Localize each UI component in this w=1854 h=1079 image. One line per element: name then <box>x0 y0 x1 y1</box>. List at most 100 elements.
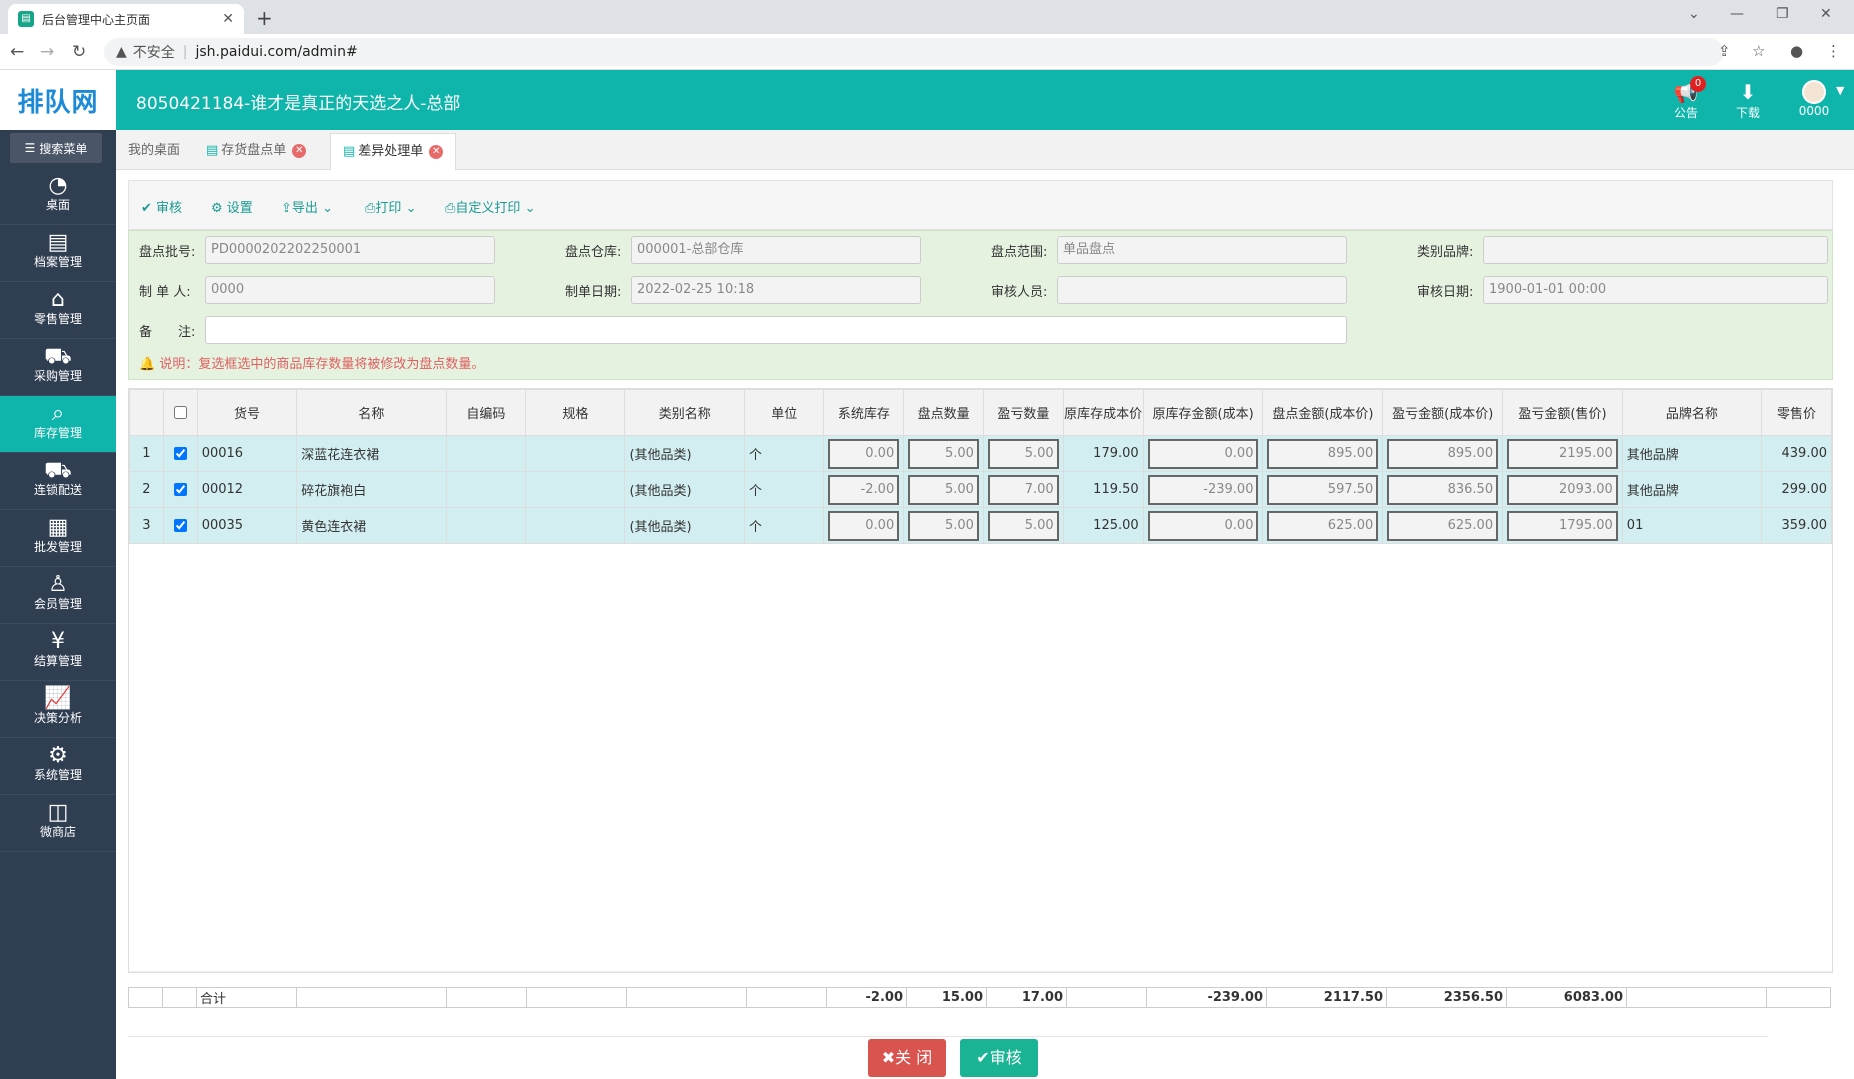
logo[interactable]: 排队网 <box>0 70 116 130</box>
col-header[interactable]: 盘点数量 <box>903 389 984 436</box>
menu-icon[interactable]: ⋮ <box>1826 42 1841 60</box>
warehouse-label: 盘点仓库: <box>565 245 622 260</box>
sidebar-item-desktop[interactable]: ◔ 桌面 <box>0 168 116 225</box>
cell-count-qty[interactable]: 5.00 <box>903 471 984 508</box>
count-qty-box[interactable]: 5.00 <box>908 510 979 541</box>
audit-toolbar-button[interactable]: ✔ 审核 <box>141 197 182 216</box>
table-row[interactable]: 2 00012 碎花旗袍白 (其他品类) 个 -2.00 5.00 7.00 1… <box>129 471 1832 508</box>
browser-tab[interactable]: ▤ 后台管理中心主页面 ✕ <box>8 4 244 34</box>
tab-inventory-count[interactable]: ▤ 存货盘点单 ✕ <box>194 133 318 170</box>
col-header[interactable]: 自编码 <box>445 389 527 436</box>
back-icon[interactable]: ← <box>10 42 24 62</box>
new-tab-icon[interactable]: + <box>256 6 273 30</box>
maker-field[interactable]: 0000 <box>205 276 495 304</box>
select-all-checkbox[interactable] <box>173 406 187 419</box>
restore-icon[interactable]: ❐ <box>1776 6 1789 22</box>
col-header[interactable]: 名称 <box>296 389 447 436</box>
sidebar-item-wholesale[interactable]: ▦ 批发管理 <box>0 510 116 567</box>
col-header[interactable]: 品牌名称 <box>1621 389 1763 436</box>
sidebar-item-distribution[interactable]: ⛟ 连锁配送 <box>0 453 116 510</box>
chevron-down-icon[interactable]: ⌄ <box>1688 6 1700 22</box>
notice-button[interactable]: 📢 0 公告 <box>1668 76 1706 121</box>
col-header[interactable]: 货号 <box>196 389 298 436</box>
print-button[interactable]: ⎙打印 ⌄ <box>365 197 416 216</box>
sidebar-item-system[interactable]: ⚙ 系统管理 <box>0 738 116 795</box>
count-qty-box[interactable]: 5.00 <box>908 474 979 505</box>
cell-count-amount: 625.00 <box>1262 507 1384 544</box>
col-header[interactable]: 盈亏数量 <box>982 389 1064 436</box>
profile-icon[interactable]: ● <box>1790 42 1803 60</box>
totals-row: 合计 -2.00 15.00 17.00 -239.00 2117.50 235… <box>128 987 1831 1008</box>
col-header[interactable]: 盈亏金额(成本价) <box>1382 389 1504 436</box>
count-amount-box: 895.00 <box>1267 438 1379 469</box>
custom-print-button[interactable]: ⎙自定义打印 ⌄ <box>445 197 535 216</box>
sidebar-item-analysis[interactable]: 📈 决策分析 <box>0 681 116 738</box>
close-button[interactable]: ✖关 闭 <box>868 1039 946 1077</box>
sidebar-item-member[interactable]: ♙ 会员管理 <box>0 567 116 624</box>
col-header[interactable]: 系统库存 <box>823 389 905 436</box>
warehouse-field[interactable]: 000001-总部仓库 <box>631 236 921 264</box>
url-field[interactable]: ▲ 不安全 | jsh.paidui.com/admin# <box>104 38 1724 66</box>
remark-field[interactable] <box>205 316 1347 344</box>
col-header[interactable]: 类别名称 <box>624 389 745 436</box>
download-button[interactable]: ⬇ 下载 <box>1730 80 1766 121</box>
sidebar-item-purchase[interactable]: ⛟ 采购管理 <box>0 339 116 396</box>
sidebar-item-retail[interactable]: ⌂ 零售管理 <box>0 282 116 339</box>
count-qty-box[interactable]: 5.00 <box>908 438 979 469</box>
export-button[interactable]: ⇪导出 ⌄ <box>281 197 333 216</box>
col-header[interactable]: 零售价 <box>1761 389 1832 436</box>
share-icon[interactable]: ⇪ <box>1718 42 1731 60</box>
sidebar-item-settlement[interactable]: ¥ 结算管理 <box>0 624 116 681</box>
auditor-field[interactable] <box>1057 276 1347 304</box>
row-checkbox[interactable] <box>173 447 187 460</box>
cell-count-qty[interactable]: 5.00 <box>903 507 984 544</box>
date-field[interactable]: 2022-02-25 10:18 <box>631 276 921 304</box>
reload-icon[interactable]: ↻ <box>72 42 86 62</box>
forward-icon[interactable]: → <box>40 42 54 62</box>
total-diff-qty: 17.00 <box>986 987 1067 1008</box>
horizontal-scrollbar[interactable] <box>129 971 1832 972</box>
sidebar-item-inventory[interactable]: ⌕ 库存管理 <box>0 396 116 453</box>
row-select[interactable] <box>162 471 198 508</box>
audit-date-field[interactable]: 1900-01-01 00:00 <box>1483 276 1828 304</box>
settings-button[interactable]: ⚙ 设置 <box>211 197 253 216</box>
batch-field[interactable]: PD0000202202250001 <box>205 236 495 264</box>
table-row[interactable]: 1 00016 深蓝花连衣裙 (其他品类) 个 0.00 5.00 5.00 1… <box>129 435 1832 472</box>
brand-field[interactable] <box>1483 236 1828 264</box>
close-window-icon[interactable]: ✕ <box>1820 6 1832 22</box>
caret-down-icon[interactable]: ▼ <box>1836 84 1844 97</box>
col-header[interactable]: 原库存成本价 <box>1062 389 1144 436</box>
close-tab-icon[interactable]: ✕ <box>429 144 444 159</box>
sidebar-item-microshop[interactable]: ◫ 微商店 <box>0 795 116 852</box>
scope-field[interactable]: 单品盘点 <box>1057 236 1347 264</box>
row-checkbox[interactable] <box>173 483 187 496</box>
star-icon[interactable]: ☆ <box>1752 42 1765 60</box>
table-row[interactable]: 3 00035 黄色连衣裙 (其他品类) 个 0.00 5.00 5.00 12… <box>129 507 1832 544</box>
diff-qty-box: 7.00 <box>987 474 1059 505</box>
col-header[interactable]: 单位 <box>743 389 825 436</box>
user-menu[interactable]: 0000 <box>1792 80 1836 118</box>
cell-code: 00035 <box>196 507 298 544</box>
close-tab-icon[interactable]: ✕ <box>292 143 307 158</box>
tab-difference[interactable]: ▤ 差异处理单 ✕ <box>330 133 457 170</box>
tab-my-desktop[interactable]: 我的桌面 <box>116 133 192 170</box>
audit-button[interactable]: ✔审核 <box>960 1039 1038 1077</box>
sidebar-item-archive[interactable]: ▤ 档案管理 <box>0 225 116 282</box>
col-header[interactable]: 盈亏金额(售价) <box>1502 389 1623 436</box>
total-label: 合计 <box>196 987 297 1008</box>
cell-orig-amount: -239.00 <box>1142 471 1264 508</box>
close-tab-icon[interactable]: ✕ <box>222 11 234 27</box>
col-header[interactable]: 规格 <box>525 389 626 436</box>
minimize-icon[interactable]: — <box>1730 6 1744 22</box>
col-header[interactable]: 原库存金额(成本) <box>1142 389 1264 436</box>
cell-count-qty[interactable]: 5.00 <box>903 435 984 472</box>
row-checkbox[interactable] <box>173 519 187 532</box>
search-menu-icon: ☰ <box>24 141 36 155</box>
row-select[interactable] <box>162 435 198 472</box>
row-select[interactable] <box>162 507 198 544</box>
dashboard-icon: ◔ <box>48 173 68 198</box>
col-select-all[interactable] <box>162 389 198 436</box>
col-header[interactable]: 盘点金额(成本价) <box>1262 389 1384 436</box>
search-menu-button[interactable]: ☰ 搜索菜单 <box>10 133 102 163</box>
sidebar-item-label: 系统管理 <box>33 768 82 782</box>
